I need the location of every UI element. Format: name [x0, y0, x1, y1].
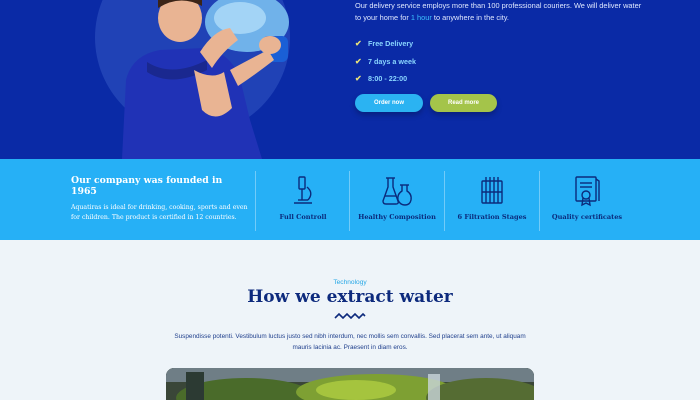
company-text: Aquatiras is ideal for drinking, cooking…	[71, 204, 248, 221]
waterfall-image	[166, 368, 534, 400]
feature-healthy-composition: Healthy Composition	[349, 175, 445, 221]
hero-description-pre: to your home for	[355, 13, 409, 22]
check-icon: ✔	[355, 74, 362, 84]
hero-description-highlight: 1 hour	[410, 13, 432, 22]
section-eyebrow: Technology	[333, 279, 367, 286]
flasks-icon	[382, 177, 412, 206]
hero-feature-item: ✔ Free Delivery	[355, 35, 655, 53]
hero-feature-label: Free Delivery	[368, 39, 414, 49]
feature-label: Quality certificates	[551, 213, 623, 221]
hero-feature-item: ✔ 8:00 - 22:00	[355, 70, 655, 88]
feature-full-control: Full Controll	[255, 175, 351, 221]
hero-feature-label: 8:00 - 22:00	[368, 74, 408, 84]
section-title: How we extract water	[247, 287, 453, 307]
waterfall-photo	[166, 368, 534, 400]
feature-filtration-stages: 6 Filtration Stages	[444, 175, 540, 221]
filter-icon	[481, 177, 503, 204]
hero-feature-label: 7 days a week	[368, 56, 416, 66]
feature-quality-certificates: Quality certificates	[539, 175, 635, 221]
company-info: Our company was founded in 1965 Aquatira…	[71, 175, 251, 223]
feature-label: Full Controll	[279, 213, 327, 221]
wave-divider-icon	[334, 312, 366, 320]
check-icon: ✔	[355, 56, 362, 66]
hero-description-post: to anywhere in the city.	[433, 13, 509, 22]
hero-section: Our delivery service employs more than 1…	[0, 0, 700, 159]
hero-feature-list: ✔ Free Delivery ✔ 7 days a week ✔ 8:00 - 22…	[355, 35, 655, 88]
microscope-icon	[294, 176, 312, 204]
features-strip: Our company was founded in 1965 Aquatira…	[0, 159, 700, 240]
hero-description-line1: Our delivery service employs more than 1…	[355, 1, 642, 10]
section-description: Suspendisse potenti. Vestibulum luctus j…	[174, 333, 526, 351]
hero-feature-item: ✔ 7 days a week	[355, 53, 655, 71]
certificate-icon	[575, 176, 600, 207]
read-more-button[interactable]: Read more	[430, 94, 497, 112]
order-now-button[interactable]: Order now	[355, 94, 423, 112]
check-icon: ✔	[355, 39, 362, 49]
hero-description: Our delivery service employs more than 1…	[355, 0, 655, 24]
feature-label: 6 Filtration Stages	[457, 213, 527, 221]
hero-buttons: Order now Read more	[355, 94, 497, 112]
hero-copy: Our delivery service employs more than 1…	[355, 0, 655, 88]
feature-label: Healthy Composition	[358, 213, 436, 221]
courier-with-water-bottle-image	[122, 0, 289, 159]
company-title: Our company was founded in 1965	[71, 175, 223, 197]
technology-section: Technology How we extract water Suspendi…	[0, 240, 700, 400]
